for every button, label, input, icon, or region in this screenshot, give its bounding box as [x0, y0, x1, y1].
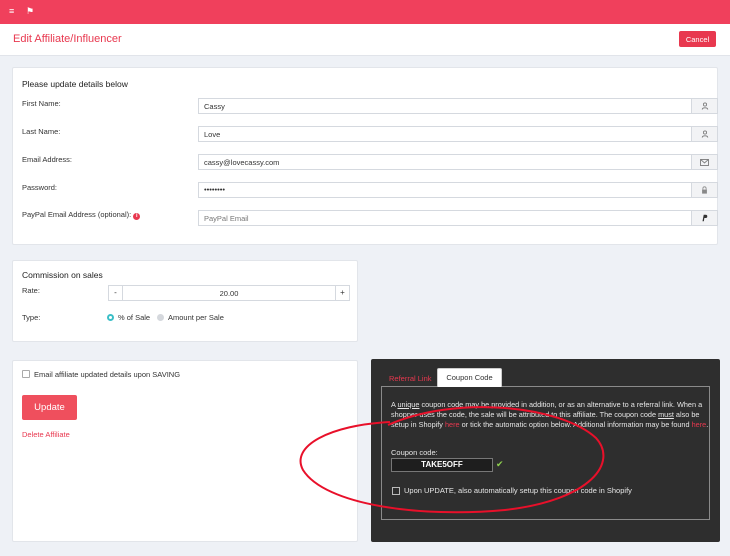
paypal-icon: [691, 211, 717, 225]
commission-title: Commission on sales: [22, 270, 103, 280]
tab-referral-link[interactable]: Referral Link: [389, 374, 432, 383]
details-card: Please update details below First Name: …: [12, 67, 718, 245]
radio-amount-per-sale[interactable]: Amount per Sale: [157, 313, 224, 322]
paypal-label-text: PayPal Email Address (optional):: [22, 210, 132, 219]
radio-percent-label: % of Sale: [118, 313, 151, 322]
user-icon: [691, 99, 717, 113]
paypal-email-field[interactable]: PayPal Email: [198, 210, 718, 226]
email-affiliate-label: Email affiliate updated details upon SAV…: [34, 370, 181, 379]
menu-icon[interactable]: ≡: [9, 6, 14, 16]
rate-value[interactable]: 20.00: [123, 289, 335, 298]
delete-affiliate-link[interactable]: Delete Affiliate: [22, 430, 70, 439]
coupon-tab-panel: A unique coupon code may be provided in …: [381, 386, 710, 520]
radio-unselected-icon[interactable]: [157, 314, 164, 321]
password-label: Password:: [22, 183, 58, 192]
last-name-value: Love: [204, 130, 221, 139]
rate-decrement-button[interactable]: -: [109, 286, 123, 300]
auto-setup-label: Upon UPDATE, also automatically setup th…: [404, 486, 632, 495]
password-value: ••••••••: [204, 185, 226, 194]
coupon-description: A unique coupon code may be provided in …: [391, 400, 709, 431]
cancel-button[interactable]: Cancel: [679, 31, 716, 47]
paypal-email-placeholder: PayPal Email: [204, 214, 249, 223]
email-affiliate-checkbox[interactable]: [22, 370, 30, 378]
first-name-field[interactable]: Cassy: [198, 98, 718, 114]
envelope-icon: [691, 155, 717, 169]
desc-unique: unique: [397, 400, 420, 409]
coupon-code-label: Coupon code:: [391, 448, 438, 457]
checkmark-icon: ✔: [496, 459, 504, 469]
radio-percent-of-sale[interactable]: % of Sale: [107, 313, 150, 322]
shopify-setup-link[interactable]: here: [445, 420, 460, 429]
paypal-label: PayPal Email Address (optional): i: [22, 210, 141, 220]
coupon-code-input[interactable]: TAKE5OFF: [391, 458, 493, 472]
commission-card: Commission on sales Rate: - 20.00 + Type…: [12, 260, 358, 342]
details-title: Please update details below: [22, 79, 128, 89]
page-header: Edit Affiliate/Influencer Cancel: [0, 24, 730, 56]
lock-icon: [691, 183, 717, 197]
rate-stepper[interactable]: - 20.00 +: [108, 285, 350, 301]
auto-setup-checkbox[interactable]: [392, 487, 400, 495]
user-icon: [691, 127, 717, 141]
page-title: Edit Affiliate/Influencer: [13, 33, 122, 45]
info-icon[interactable]: i: [133, 213, 141, 220]
flag-icon[interactable]: ⚑: [26, 6, 34, 16]
last-name-label: Last Name:: [22, 127, 61, 136]
desc-text-4: or tick the automatic option below. Addi…: [459, 420, 692, 430]
actions-card: Email affiliate updated details upon SAV…: [12, 360, 358, 542]
radio-amount-label: Amount per Sale: [168, 313, 224, 322]
more-info-link[interactable]: here: [692, 420, 707, 429]
rate-label: Rate:: [22, 286, 40, 295]
desc-must: must: [658, 410, 674, 420]
password-field[interactable]: ••••••••: [198, 182, 718, 198]
email-value: cassy@lovecassy.com: [204, 158, 280, 167]
coupon-panel: Referral Link A unique coupon code may b…: [371, 359, 720, 542]
first-name-label: First Name:: [22, 99, 61, 108]
first-name-value: Cassy: [204, 102, 225, 111]
radio-selected-icon[interactable]: [107, 314, 114, 321]
desc-text-2: coupon code may be provided in addition,…: [391, 400, 703, 420]
rate-increment-button[interactable]: +: [335, 286, 349, 300]
type-label: Type:: [22, 313, 41, 322]
tab-coupon-code[interactable]: Coupon Code: [437, 368, 502, 387]
desc-text-5: .: [706, 420, 709, 430]
email-label: Email Address:: [22, 155, 73, 164]
last-name-field[interactable]: Love: [198, 126, 718, 142]
email-field[interactable]: cassy@lovecassy.com: [198, 154, 718, 170]
top-bar: ≡ ⚑: [0, 0, 730, 24]
update-button[interactable]: Update: [22, 395, 77, 420]
